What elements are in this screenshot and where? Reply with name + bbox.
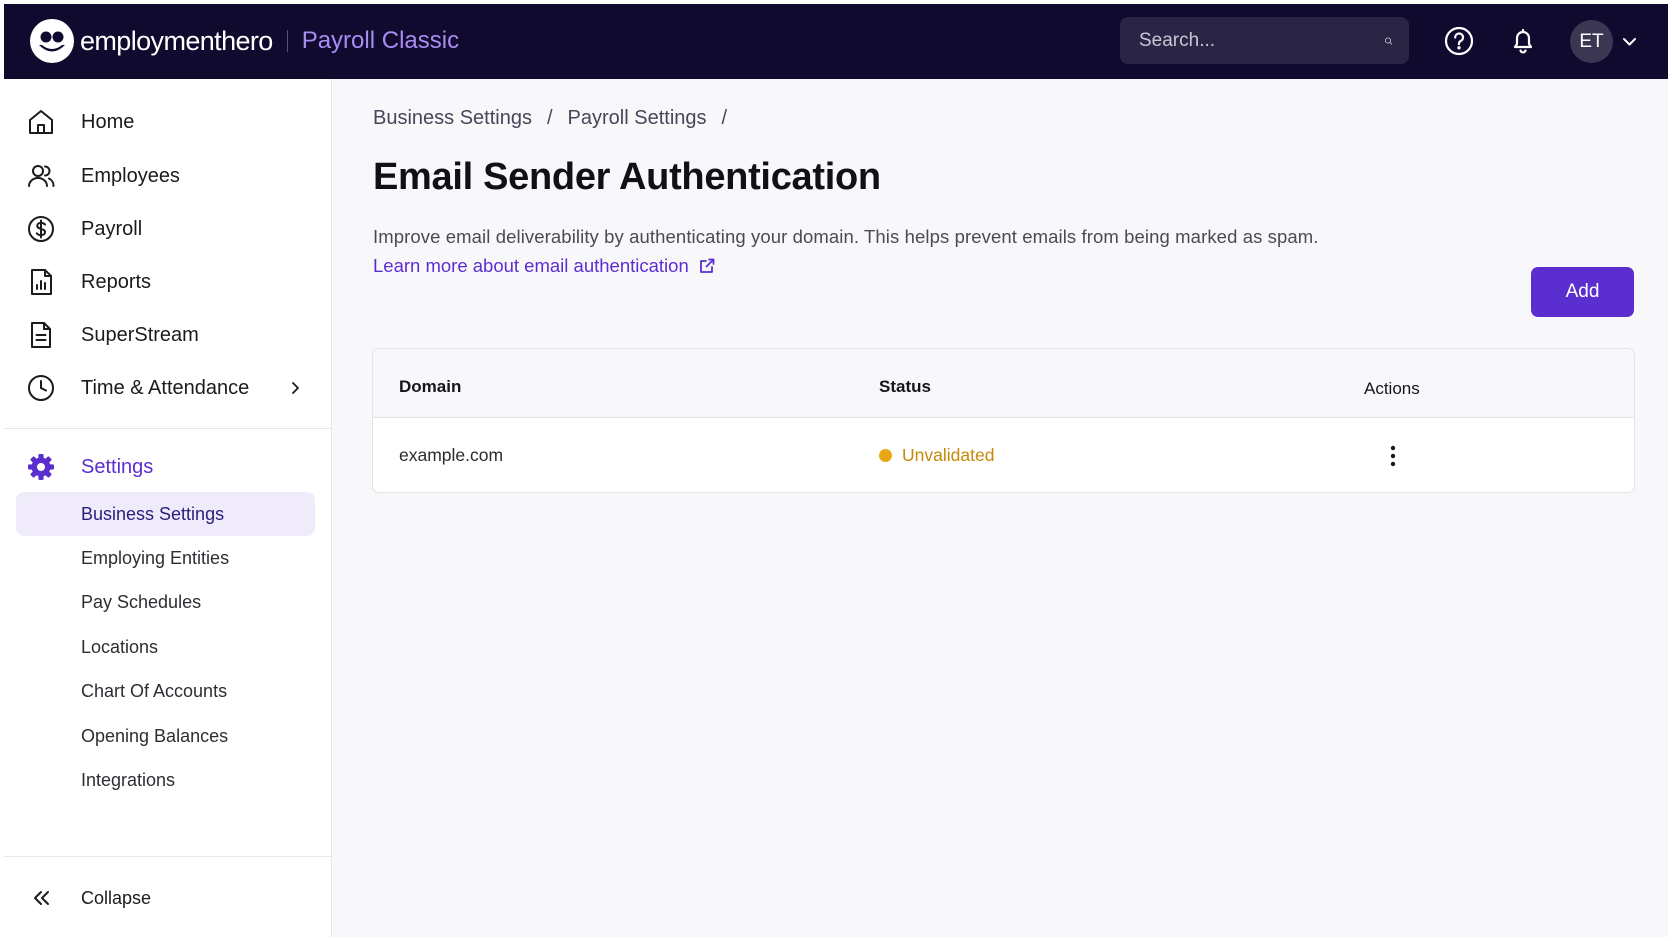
domain-cell: example.com — [399, 445, 504, 465]
learn-more-link[interactable]: Learn more about email authentication — [373, 255, 716, 277]
sidebar-subitem-label: Employing Entities — [81, 547, 230, 568]
main-content: Business Settings / Payroll Settings / E… — [333, 79, 1668, 937]
status-badge: Unvalidated — [879, 445, 994, 466]
sidebar-divider — [4, 428, 332, 429]
report-chart-icon — [31, 269, 52, 295]
status-text: Unvalidated — [902, 445, 995, 465]
sidebar-subitem-label: Locations — [81, 636, 159, 657]
chevron-down-icon[interactable] — [1621, 33, 1638, 50]
search-box[interactable] — [1120, 17, 1409, 64]
sidebar-item-label: Reports — [81, 270, 152, 293]
double-chevron-left-icon — [34, 891, 49, 905]
home-icon — [29, 110, 53, 134]
product-name: Payroll Classic — [301, 27, 460, 54]
table-row: example.com Unvalidated — [373, 419, 1634, 492]
sidebar-item-label: Settings — [81, 455, 154, 478]
sidebar-collapse-button[interactable]: Collapse — [4, 872, 332, 924]
users-icon — [28, 165, 55, 187]
sidebar-item-label: Payroll — [81, 217, 143, 240]
sidebar-item-employees[interactable]: Employees — [4, 150, 332, 202]
breadcrumb-link-business-settings[interactable]: Business Settings — [373, 107, 532, 130]
sidebar-item-label: SuperStream — [81, 323, 199, 346]
page-title: Email Sender Authentication — [373, 156, 881, 198]
domains-table: Domain Status Actions example.com Unvali… — [372, 348, 1635, 493]
brand-divider — [286, 30, 288, 52]
collapse-label: Collapse — [81, 887, 152, 908]
column-header-actions: Actions — [1364, 379, 1420, 398]
external-link-icon — [699, 258, 715, 273]
sidebar-subitem-pay-schedules[interactable]: Pay Schedules — [16, 580, 315, 624]
search-icon[interactable] — [1384, 29, 1393, 53]
clock-icon — [28, 375, 54, 401]
avatar[interactable]: ET — [1570, 20, 1613, 63]
sidebar-item-time-attendance[interactable]: Time & Attendance — [4, 362, 332, 414]
column-header-status: Status — [879, 377, 931, 396]
breadcrumb-link-payroll-settings[interactable]: Payroll Settings — [568, 107, 707, 130]
brand-name: employmenthero — [80, 25, 273, 56]
employment-hero-logo-icon — [30, 19, 74, 63]
help-icon[interactable] — [1443, 25, 1475, 57]
breadcrumb-separator: / — [721, 107, 728, 129]
search-input[interactable] — [1139, 29, 1384, 52]
more-actions-icon[interactable] — [1378, 441, 1408, 471]
status-dot-icon — [879, 449, 892, 462]
page-description: Improve email deliverability by authenti… — [373, 226, 1319, 247]
sidebar-item-label: Time & Attendance — [81, 376, 250, 399]
brand[interactable]: employmenthero Payroll Classic — [29, 18, 459, 64]
sidebar-subitem-opening-balances[interactable]: Opening Balances — [16, 714, 315, 758]
gear-icon — [28, 454, 54, 480]
column-header-domain: Domain — [399, 377, 462, 396]
learn-more-link-text: Learn more about email authentication — [373, 255, 689, 276]
sidebar-item-label: Employees — [81, 164, 180, 187]
sidebar-subitem-label: Pay Schedules — [81, 591, 202, 612]
sidebar-subitem-label: Chart Of Accounts — [81, 680, 228, 701]
bell-icon[interactable] — [1507, 25, 1539, 57]
sidebar-item-home[interactable]: Home — [4, 96, 332, 148]
sidebar-item-superstream[interactable]: SuperStream — [4, 309, 332, 361]
dollar-circle-icon — [28, 216, 54, 242]
sidebar-item-label: Home — [81, 110, 135, 133]
sidebar-subitem-label: Opening Balances — [81, 725, 229, 746]
sidebar-subitem-chart-of-accounts[interactable]: Chart Of Accounts — [16, 669, 315, 713]
sidebar-subitem-label: Business Settings — [81, 503, 225, 524]
table-header: Domain Status Actions — [373, 349, 1634, 418]
sidebar-subitem-integrations[interactable]: Integrations — [16, 758, 315, 802]
sidebar-subitem-employing-entities[interactable]: Employing Entities — [16, 536, 315, 580]
sidebar-subitem-locations[interactable]: Locations — [16, 625, 315, 669]
top-bar: employmenthero Payroll Classic ET — [4, 4, 1668, 79]
document-icon — [31, 322, 51, 348]
sidebar: Home Employees Payroll Reports SuperStre… — [4, 79, 332, 937]
sidebar-subitem-label: Integrations — [81, 769, 176, 790]
add-button[interactable]: Add — [1531, 267, 1634, 317]
sidebar-item-reports[interactable]: Reports — [4, 256, 332, 308]
breadcrumb: Business Settings / Payroll Settings / — [373, 107, 742, 130]
breadcrumb-separator: / — [546, 107, 553, 129]
chevron-right-icon[interactable] — [287, 380, 303, 396]
app-window: employmenthero Payroll Classic ET — [4, 4, 1668, 937]
sidebar-item-payroll[interactable]: Payroll — [4, 203, 332, 255]
sidebar-divider — [4, 856, 332, 857]
sidebar-subitem-business-settings[interactable]: Business Settings — [16, 492, 315, 536]
sidebar-item-settings[interactable]: Settings — [4, 441, 332, 493]
